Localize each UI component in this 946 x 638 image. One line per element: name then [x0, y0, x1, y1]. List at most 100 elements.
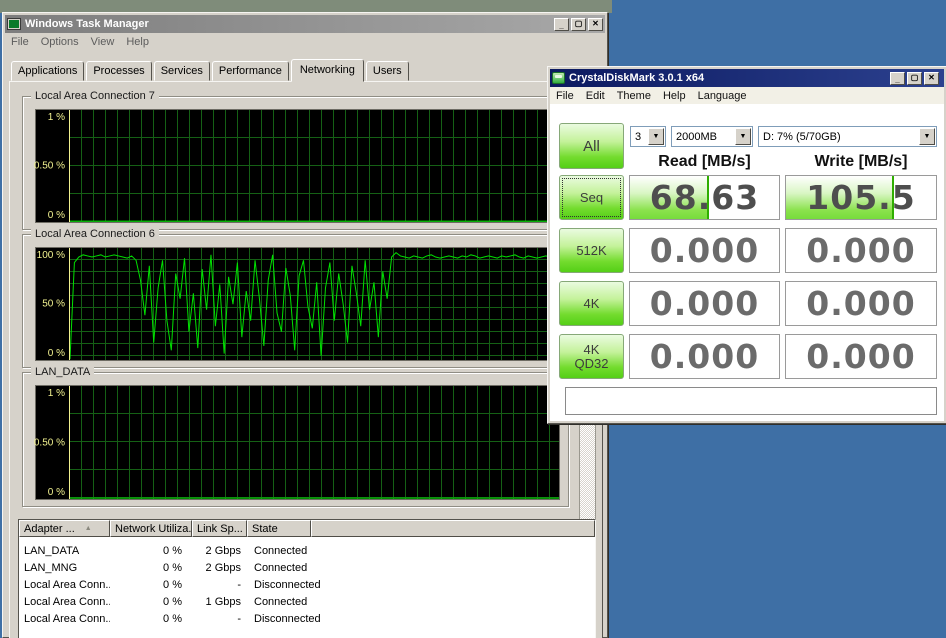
- all-test-button[interactable]: All: [559, 123, 624, 169]
- 512k-write-result: 0.000: [785, 228, 937, 273]
- drive-select[interactable]: D: 7% (5/70GB) ▼: [758, 126, 937, 147]
- tab-applications[interactable]: Applications: [11, 61, 84, 81]
- 4k-read-value: 0.000: [630, 282, 779, 325]
- crystaldiskmark-titlebar[interactable]: CrystalDiskMark 3.0.1 x64 _ ▢ ✕: [550, 69, 944, 87]
- drive-value: D: 7% (5/70GB): [763, 131, 841, 143]
- 4k-button-label: 4K: [584, 296, 600, 311]
- y-tick: 0 %: [48, 210, 65, 221]
- test-size-value: 2000MB: [676, 131, 717, 143]
- adapter-name: Local Area Conn...: [19, 579, 110, 591]
- graph-title: LAN_DATA: [31, 366, 94, 379]
- menu-view[interactable]: View: [85, 35, 121, 49]
- minimize-icon[interactable]: _: [554, 18, 569, 31]
- table-row[interactable]: Local Area Conn... 0 % - Disconnected: [19, 610, 595, 627]
- maximize-icon[interactable]: ▢: [907, 72, 922, 85]
- tab-services[interactable]: Services: [154, 61, 210, 81]
- networking-tab-pane: Local Area Connection 7 1 % 0.50 % 0 % L…: [9, 81, 603, 638]
- 4k-qd32-write-value: 0.000: [786, 335, 936, 378]
- y-tick: 0 %: [48, 487, 65, 498]
- y-axis-labels: 1 % 0.50 % 0 %: [36, 110, 68, 222]
- state: Disconnected: [247, 579, 321, 591]
- menu-help[interactable]: Help: [657, 89, 692, 103]
- seq-test-button[interactable]: Seq: [559, 175, 624, 220]
- column-label: Link Sp...: [197, 523, 243, 535]
- task-manager-menubar: File Options View Help: [5, 33, 605, 50]
- menu-file[interactable]: File: [5, 35, 35, 49]
- crystaldiskmark-caption-buttons: _ ▢ ✕: [888, 72, 939, 85]
- task-manager-window: Windows Task Manager _ ▢ ✕ File Options …: [2, 12, 608, 638]
- adapter-name: LAN_MNG: [19, 562, 110, 574]
- graph-group-local-area-connection-6: Local Area Connection 6 100 % 50 % 0 %: [22, 234, 569, 368]
- task-manager-titlebar[interactable]: Windows Task Manager _ ▢ ✕: [5, 15, 605, 33]
- y-axis-labels: 100 % 50 % 0 %: [36, 248, 68, 360]
- link-speed: -: [192, 579, 247, 591]
- graph-title: Local Area Connection 7: [31, 90, 159, 103]
- tab-performance[interactable]: Performance: [212, 61, 289, 81]
- 4k-write-result: 0.000: [785, 281, 937, 326]
- network-utilization: 0 %: [110, 579, 192, 591]
- chevron-down-icon[interactable]: ▼: [919, 128, 935, 145]
- tab-networking[interactable]: Networking: [291, 59, 364, 82]
- utilization-graph: [69, 386, 559, 499]
- menu-help[interactable]: Help: [120, 35, 155, 49]
- graph-group-lan-data: LAN_DATA 1 % 0.50 % 0 %: [22, 372, 569, 507]
- table-row[interactable]: Local Area Conn... 0 % 1 Gbps Connected: [19, 593, 595, 610]
- column-label: Network Utiliza...: [115, 523, 192, 535]
- 4k-qd32-test-button[interactable]: 4K QD32: [559, 334, 624, 379]
- chevron-down-icon[interactable]: ▼: [648, 128, 664, 145]
- adapter-name: LAN_DATA: [19, 545, 110, 557]
- 512k-read-value: 0.000: [630, 229, 779, 272]
- column-header-network-utilization[interactable]: Network Utiliza...: [110, 520, 192, 537]
- minimize-icon[interactable]: _: [890, 72, 905, 85]
- task-manager-icon: [7, 18, 21, 30]
- task-manager-title: Windows Task Manager: [25, 18, 149, 30]
- test-count-select[interactable]: 3 ▼: [630, 126, 666, 147]
- y-tick: 1 %: [48, 388, 65, 399]
- link-speed: 1 Gbps: [192, 596, 247, 608]
- crystaldiskmark-window: CrystalDiskMark 3.0.1 x64 _ ▢ ✕ File Edi…: [547, 66, 946, 424]
- column-header-link-speed[interactable]: Link Sp...: [192, 520, 247, 537]
- adapter-table: Adapter ... ▲ Network Utiliza... Link Sp…: [18, 519, 596, 638]
- link-speed: -: [192, 613, 247, 625]
- comment-input[interactable]: [565, 387, 937, 415]
- column-header-filler: [311, 520, 595, 537]
- menu-language[interactable]: Language: [692, 89, 753, 103]
- task-manager-caption-buttons: _ ▢ ✕: [552, 18, 603, 31]
- column-header-state[interactable]: State: [247, 520, 311, 537]
- close-icon[interactable]: ✕: [924, 72, 939, 85]
- seq-write-result: 105.5: [785, 175, 937, 220]
- table-row[interactable]: LAN_MNG 0 % 2 Gbps Connected: [19, 559, 595, 576]
- 512k-button-label: 512K: [576, 243, 606, 258]
- table-row[interactable]: LAN_DATA 0 % 2 Gbps Connected: [19, 542, 595, 559]
- state: Connected: [247, 596, 307, 608]
- chevron-down-icon[interactable]: ▼: [735, 128, 751, 145]
- 4k-qd32-read-value: 0.000: [630, 335, 779, 378]
- 512k-test-button[interactable]: 512K: [559, 228, 624, 273]
- y-axis-labels: 1 % 0.50 % 0 %: [36, 386, 68, 499]
- seq-read-value: 68.63: [630, 176, 779, 219]
- test-count-value: 3: [635, 131, 641, 143]
- 4k-test-button[interactable]: 4K: [559, 281, 624, 326]
- crystaldiskmark-menubar: File Edit Theme Help Language: [550, 87, 944, 104]
- maximize-icon[interactable]: ▢: [571, 18, 586, 31]
- graph-plot-panel: 1 % 0.50 % 0 %: [35, 385, 560, 500]
- 4k-write-value: 0.000: [786, 282, 936, 325]
- 512k-write-value: 0.000: [786, 229, 936, 272]
- table-row[interactable]: Local Area Conn... 0 % - Disconnected: [19, 576, 595, 593]
- menu-theme[interactable]: Theme: [611, 89, 657, 103]
- test-size-select[interactable]: 2000MB ▼: [671, 126, 753, 147]
- graph-group-local-area-connection-7: Local Area Connection 7 1 % 0.50 % 0 %: [22, 96, 569, 230]
- menu-options[interactable]: Options: [35, 35, 85, 49]
- utilization-graph: [69, 110, 559, 222]
- network-utilization: 0 %: [110, 596, 192, 608]
- tab-processes[interactable]: Processes: [86, 61, 151, 81]
- column-header-adapter[interactable]: Adapter ... ▲: [19, 520, 110, 537]
- menu-file[interactable]: File: [550, 89, 580, 103]
- y-tick: 0 %: [48, 348, 65, 359]
- menu-edit[interactable]: Edit: [580, 89, 611, 103]
- y-tick: 100 %: [37, 250, 65, 261]
- tab-users[interactable]: Users: [366, 61, 409, 81]
- adapter-table-header: Adapter ... ▲ Network Utiliza... Link Sp…: [19, 520, 595, 537]
- link-speed: 2 Gbps: [192, 562, 247, 574]
- close-icon[interactable]: ✕: [588, 18, 603, 31]
